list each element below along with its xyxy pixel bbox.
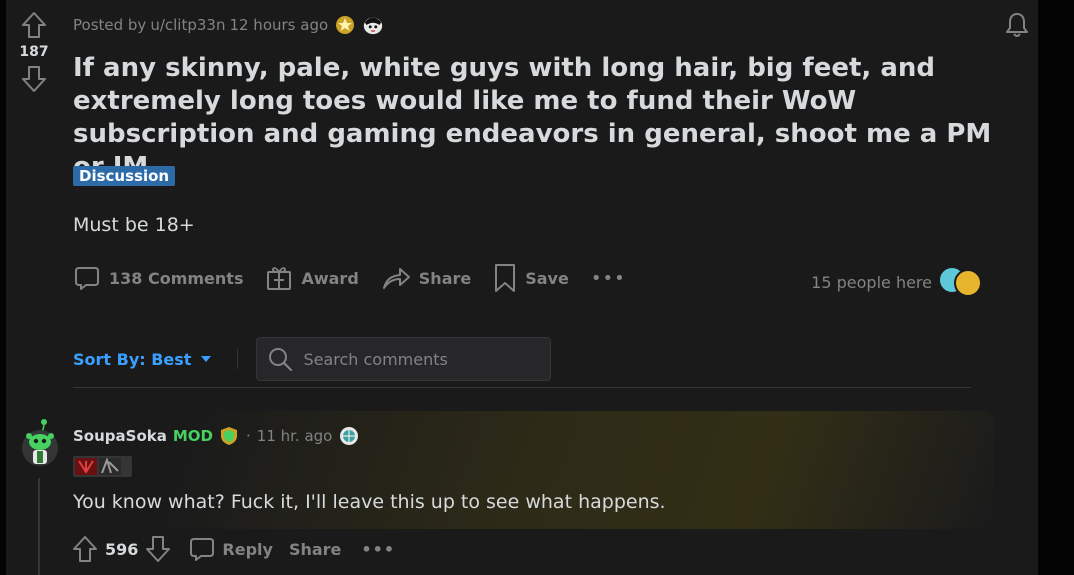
comment-share-label: Share (288, 539, 342, 559)
share-label: Share (418, 268, 472, 288)
post-score: 187 (19, 44, 49, 60)
comment-thread-line[interactable] (38, 478, 40, 575)
reply-label: Reply (222, 539, 273, 559)
mod-badge[interactable]: MOD (173, 427, 213, 445)
save-button[interactable]: Save (493, 263, 569, 293)
post-action-bar: 138 Comments Award Share Save ••• (73, 261, 626, 295)
people-here-label: 15 people here (811, 272, 932, 292)
shield-award-icon (218, 425, 240, 447)
post-vote-column: 187 (6, 10, 62, 94)
comment-separator: · (246, 427, 251, 445)
posted-by-label: Posted by (73, 16, 147, 34)
search-icon (269, 348, 293, 372)
globe-award-icon[interactable] (338, 425, 360, 447)
comment-bubble-icon (190, 538, 215, 561)
comment-bubble-icon (75, 267, 99, 290)
comment-text: You know what? Fuck it, I'll leave this … (73, 491, 666, 513)
comments-label: 138 Comments (109, 268, 244, 288)
commenter-avatar[interactable] (20, 418, 60, 470)
character-award-icon[interactable] (362, 14, 384, 36)
downvote-icon[interactable] (19, 64, 49, 94)
gift-award-icon (267, 267, 292, 290)
upvote-icon[interactable] (19, 10, 49, 40)
sort-dropdown[interactable]: Sort By: Best (73, 349, 212, 369)
reply-button[interactable]: Reply (188, 535, 273, 563)
user-flair (73, 456, 132, 477)
award-label: Award (301, 268, 359, 288)
post-author-link[interactable]: u/clitp33n (150, 16, 225, 34)
post-flair[interactable]: Discussion (73, 166, 176, 186)
bookmark-icon (495, 264, 516, 292)
comment-author-link[interactable]: SoupaSoka (73, 427, 167, 445)
viewer-avatars (938, 266, 984, 298)
more-options-icon[interactable]: ••• (591, 268, 626, 289)
save-label: Save (525, 268, 569, 288)
post-time: 12 hours ago (229, 16, 329, 34)
comment-upvote-icon[interactable] (71, 535, 99, 563)
comment-action-bar: 596 Reply Share ••• (71, 534, 395, 564)
sort-row: Sort By: Best (73, 337, 552, 381)
comment-time[interactable]: 11 hr. ago (257, 427, 333, 445)
post-card: 187 Posted by u/clitp33n 12 hours ago If… (6, 0, 1038, 575)
comment-meta: SoupaSoka MOD · 11 hr. ago (73, 425, 360, 447)
caret-down-icon (201, 356, 212, 362)
comment-more-options-icon[interactable]: ••• (361, 540, 395, 559)
post-meta: Posted by u/clitp33n 12 hours ago (73, 14, 384, 36)
share-button[interactable]: Share (381, 264, 471, 292)
notification-bell-icon[interactable] (1002, 10, 1032, 40)
comment-downvote-icon[interactable] (144, 535, 172, 563)
comments-divider (73, 387, 971, 388)
viewer-avatar-2 (954, 269, 982, 297)
award-button[interactable]: Award (265, 264, 359, 292)
post-body: Must be 18+ (73, 214, 195, 236)
horde-emblem-icon (75, 458, 97, 475)
search-comments-box[interactable] (256, 337, 552, 381)
comment-score: 596 (105, 539, 139, 559)
post-title[interactable]: If any skinny, pale, white guys with lon… (73, 52, 1023, 184)
comments-button[interactable]: 138 Comments (73, 264, 243, 292)
people-here[interactable]: 15 people here (811, 266, 984, 298)
character-portrait-icon (99, 458, 121, 475)
star-award-icon[interactable] (334, 14, 356, 36)
search-comments-input[interactable] (303, 349, 544, 369)
sort-label: Sort By: Best (73, 349, 192, 369)
share-arrow-icon (382, 268, 410, 289)
comment-share-button[interactable]: Share (289, 540, 341, 559)
sort-separator (237, 349, 239, 369)
